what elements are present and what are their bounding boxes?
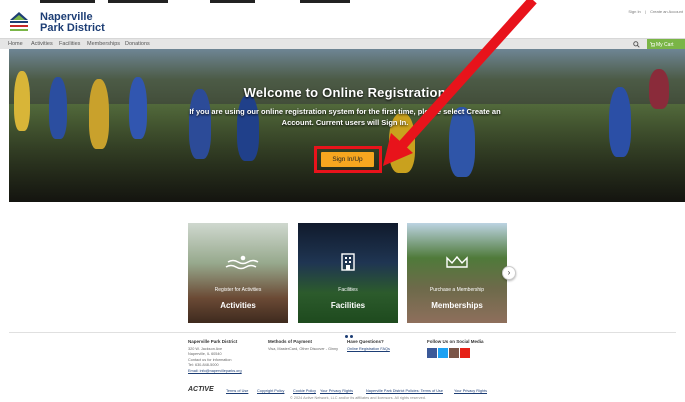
footer-questions-title: Have Questions?: [347, 339, 384, 344]
card-activities-title: Activities: [220, 301, 256, 310]
terms-link[interactable]: Terms of Use: [226, 389, 248, 393]
card-memberships-small: Purchase a Membership: [429, 287, 485, 293]
footer-email-link[interactable]: Email: info@napervilleparks.org: [188, 369, 258, 375]
footer-payment: Methods of Payment Visa, MasterCard, Oth…: [268, 339, 348, 352]
nav-memberships[interactable]: Memberships: [87, 41, 120, 47]
building-icon: [341, 253, 355, 271]
logo-text[interactable]: Naperville Park District: [40, 12, 105, 34]
nav-facilities[interactable]: Facilities: [59, 41, 80, 47]
sign-in-up-button[interactable]: Sign In/Up: [321, 152, 374, 167]
cookie-policy-link[interactable]: Cookie Policy: [293, 389, 316, 393]
hero-banner: Welcome to Online Registration! If you a…: [9, 49, 685, 202]
main-nav: Home Activities Facilities Memberships D…: [0, 38, 685, 50]
twitter-icon[interactable]: [438, 348, 448, 358]
district-policies-link[interactable]: Naperville Park District Policies: Terms…: [366, 389, 443, 393]
carousel-next-button[interactable]: ›: [502, 266, 516, 280]
card-activities[interactable]: Register for Activities Activities: [188, 223, 288, 323]
footer-divider: [9, 332, 676, 333]
nav-activities[interactable]: Activities: [31, 41, 53, 47]
card-activities-small: Register for Activities: [214, 287, 262, 293]
park-district-logo-icon[interactable]: [8, 10, 30, 36]
youtube-icon[interactable]: [460, 348, 470, 358]
card-facilities[interactable]: Facilities Facilities: [298, 223, 398, 323]
card-facilities-small: Facilities: [338, 287, 358, 293]
card-memberships[interactable]: Purchase a Membership Memberships: [407, 223, 507, 323]
footer-social-title: Follow Us on Social Media: [427, 339, 484, 344]
create-account-link[interactable]: Create an Account: [650, 9, 683, 14]
nav-home[interactable]: Home: [8, 41, 23, 47]
facebook-icon[interactable]: [427, 348, 437, 358]
crown-icon: [446, 255, 468, 268]
swim-waves-icon: [225, 255, 259, 270]
signin-link[interactable]: Sign In: [628, 9, 640, 14]
copyright-text: © 2024 Active Network, LLC and/or its af…: [290, 396, 426, 400]
nav-donations[interactable]: Donations: [125, 41, 150, 47]
hero-subtitle: If you are using our online registration…: [189, 107, 501, 127]
footer-contact-title: Naperville Park District: [188, 339, 238, 344]
instagram-icon[interactable]: [449, 348, 459, 358]
footer-questions: Have Questions? Online Registration FAQs: [347, 339, 417, 352]
footer-payment-title: Methods of Payment: [268, 339, 313, 344]
utility-links: Sign In | Create an Account: [628, 9, 683, 14]
footer-payment-text: Visa, MasterCard, Other Discover - Ginny: [268, 346, 338, 351]
social-icons: [427, 345, 471, 363]
card-facilities-title: Facilities: [330, 301, 366, 310]
carousel-dot[interactable]: [350, 335, 353, 338]
faq-link[interactable]: Online Registration FAQs: [347, 347, 417, 353]
active-logo[interactable]: ACTIVE: [188, 386, 214, 393]
logo-line-2: Park District: [40, 22, 105, 34]
chevron-right-icon: ›: [507, 268, 511, 277]
footer-contact: Naperville Park District 320 W. Jackson …: [188, 339, 258, 374]
carousel-dot[interactable]: [345, 335, 348, 338]
header: Naperville Park District Sign In | Creat…: [0, 4, 685, 38]
cart-icon: [650, 42, 655, 47]
card-memberships-title: Memberships: [431, 301, 483, 310]
search-icon[interactable]: [633, 41, 640, 48]
copyright-policy-link[interactable]: Copyright Policy: [257, 389, 284, 393]
cart-label: My Cart: [656, 42, 674, 48]
district-privacy-link[interactable]: Your Privacy Rights: [454, 389, 487, 393]
hero-title: Welcome to Online Registration!: [243, 85, 451, 100]
privacy-rights-link[interactable]: Your Privacy Rights: [320, 389, 353, 393]
